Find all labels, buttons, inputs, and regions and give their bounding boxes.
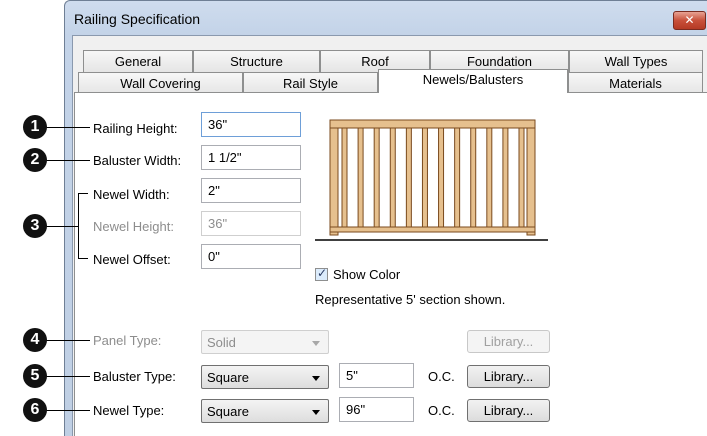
- tab-general[interactable]: General: [83, 50, 193, 72]
- title-bar[interactable]: Railing Specification ✕: [65, 1, 707, 35]
- callout-3: 3: [23, 214, 47, 238]
- tab-wall-covering[interactable]: Wall Covering: [78, 72, 243, 94]
- tab-page-newels-balusters: [74, 92, 707, 436]
- close-icon: ✕: [684, 13, 695, 27]
- tab-structure[interactable]: Structure: [193, 50, 320, 72]
- tab-wall-types[interactable]: Wall Types: [569, 50, 703, 72]
- dialog-title: Railing Specification: [74, 11, 201, 27]
- close-button[interactable]: ✕: [673, 11, 706, 30]
- tab-rail-style[interactable]: Rail Style: [243, 72, 378, 94]
- callout-6: 6: [23, 398, 47, 422]
- tab-materials[interactable]: Materials: [568, 72, 703, 94]
- callout-2: 2: [23, 148, 47, 172]
- callout-4: 4: [23, 328, 47, 352]
- tab-newels-balusters[interactable]: Newels/Balusters: [378, 69, 568, 93]
- callout-3-bracket: [78, 193, 88, 259]
- callout-5: 5: [23, 364, 47, 388]
- callout-1: 1: [23, 115, 47, 139]
